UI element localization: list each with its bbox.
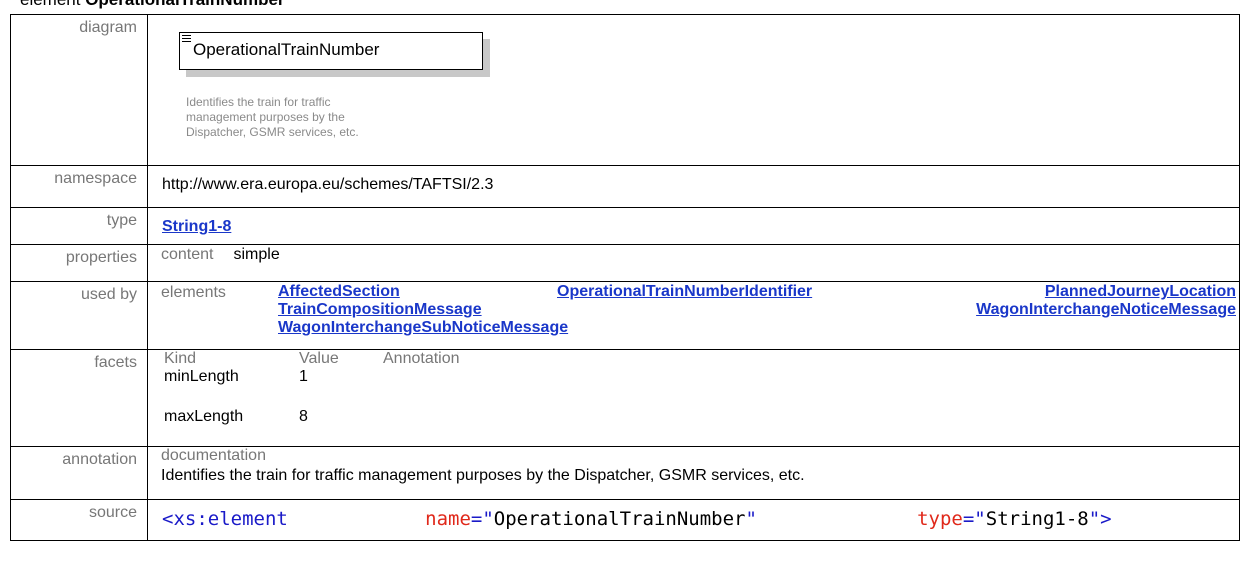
used-by-label: used by [10,281,148,350]
properties-label: properties [10,244,148,282]
annotation-key: documentation [161,447,266,464]
element-box-note: Identifies the train for traffic managem… [186,95,359,139]
type-row: type String1-8 [10,207,1240,245]
page-heading: element OperationalTrainNumber [20,0,285,10]
element-box[interactable]: OperationalTrainNumber [179,32,483,70]
source-code: <xs:element name="OperationalTrainNumber… [162,508,1112,530]
used-by-key: elements [161,284,226,301]
facet-value: 8 [299,408,308,425]
used-by-link[interactable]: WagonInterchangeSubNoticeMessage [278,319,568,337]
facets-label: facets [10,349,148,447]
diagram-label: diagram [10,14,148,166]
facets-header-annotation: Annotation [383,350,460,367]
source-attr-type-value: String1-8 [985,508,1089,530]
source-row: source <xs:element name="OperationalTrai… [10,499,1240,541]
used-by-link[interactable]: WagonInterchangeNoticeMessage [976,301,1236,319]
diagram-row: diagram OperationalTrainNumber Identifie… [10,14,1240,166]
element-doc-table: diagram OperationalTrainNumber Identifie… [10,14,1240,541]
facets-row: facets Kind Value Annotation minLength 1… [10,349,1240,447]
used-by-link[interactable]: AffectedSection [278,283,400,301]
source-attr-name: name [425,508,471,530]
type-label: type [10,207,148,245]
source-label: source [10,499,148,541]
properties-value: simple [233,246,280,263]
source-attr-name-value: OperationalTrainNumber [493,508,746,530]
diagram: OperationalTrainNumber Identifies the tr… [148,15,1239,165]
diagram-cell: OperationalTrainNumber Identifies the tr… [147,14,1240,166]
annotation-row: annotation documentation Identifies the … [10,446,1240,500]
properties-row: properties content simple [10,244,1240,282]
namespace-value: http://www.era.europa.eu/schemes/TAFTSI/… [162,176,494,193]
heading-element-name: OperationalTrainNumber [85,0,284,9]
used-by-link[interactable]: OperationalTrainNumberIdentifier [557,283,812,301]
facets-header-kind: Kind [164,350,197,367]
heading-prefix: element [20,0,85,9]
element-box-name: OperationalTrainNumber [193,40,380,59]
annotation-label: annotation [10,446,148,500]
source-close: > [1100,508,1112,530]
element-list-icon [182,35,191,44]
facet-value: 1 [299,368,308,385]
source-attr-type: type [917,508,963,530]
properties-key: content [161,246,214,263]
used-by-link[interactable]: TrainCompositionMessage [278,301,482,319]
namespace-label: namespace [10,165,148,208]
facets-header-value: Value [299,350,339,367]
source-tag: <xs:element [162,508,288,530]
used-by-link[interactable]: PlannedJourneyLocation [1045,283,1236,301]
annotation-text: Identifies the train for traffic managem… [161,467,805,484]
type-link[interactable]: String1-8 [162,208,231,236]
namespace-row: namespace http://www.era.europa.eu/schem… [10,165,1240,208]
used-by-row: used by elements AffectedSection Operati… [10,281,1240,350]
facet-kind: minLength [164,368,239,385]
facet-kind: maxLength [164,408,244,425]
